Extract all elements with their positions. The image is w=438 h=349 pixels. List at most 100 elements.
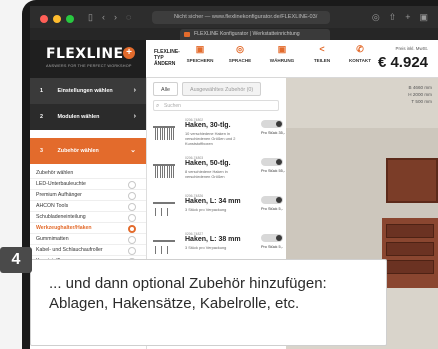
shield-icon[interactable]: ◌ [126,12,131,23]
window-controls [40,15,74,23]
product-card[interactable]: 0206-74803 Haken, 50-tlg. 8 verschiedene H… [153,156,285,188]
dimension-readout: B 4660 mm H 2000 mm T 500 mm [408,84,432,105]
product-card[interactable]: 0206-74826 Haken, L: 34 mm 3 Stück pro Ver… [153,194,285,226]
hook-set-image [153,200,175,216]
radio-button[interactable] [128,203,136,211]
product-name: Haken, L: 38 mm [185,236,241,243]
hook-mark [167,208,168,216]
total-price: € 4.924 [377,54,428,71]
accessory-category-item[interactable]: Werkzeughalter/Haken [30,223,146,234]
sidebar-icon[interactable]: ▯ [88,12,93,23]
close-window-button[interactable] [40,15,48,23]
product-price: Pro Stück 5,- [261,245,283,249]
nav-teilen-button[interactable]: < TEILEN [302,44,342,63]
product-description: 3 Stück pro Verpackung [185,207,227,212]
step-label: Einstellungen wählen [57,88,113,94]
minimize-window-button[interactable] [53,15,61,23]
step-modules[interactable]: 2 Modulen wählen › [30,104,146,130]
height-dimension: H 2000 mm [408,92,432,97]
hook-mark [173,165,175,178]
accessory-category-item[interactable]: Zubehör wählen [30,168,146,179]
accessory-category-label: Schubladeneinteilung [36,214,86,220]
hook-rail [153,240,175,242]
favicon-icon [184,32,190,37]
logo-wordmark: FLEXLINE [46,46,124,62]
hook-mark [157,165,159,178]
width-dimension: B 4660 mm [408,85,433,90]
address-bar[interactable]: Nicht sicher — www.flexlinekonfigurator.… [152,11,330,24]
add-accessory-toggle[interactable] [261,196,283,204]
tabs-overview-icon[interactable]: ▣ [419,12,428,23]
radio-button[interactable] [128,247,136,255]
tab-all[interactable]: Alle [153,82,178,96]
hook-mark [155,127,156,140]
screenshot-stage: ▯ ‹ › ◌ Nicht sicher — www.flexlinekonfi… [0,0,438,349]
product-name: Haken, L: 34 mm [185,198,241,205]
radio-button[interactable] [128,214,136,222]
hook-mark [159,165,161,178]
step-settings[interactable]: 1 Einstellungen wählen › [30,78,146,104]
accessory-category-item[interactable]: Schubladeneinteilung [30,212,146,223]
hook-mark [155,246,156,254]
step-accessories[interactable]: 3 Zubehör wählen ⌄ [30,138,146,164]
tab-selected-accessories[interactable]: Ausgewähltes Zubehör (0) [182,82,262,96]
accessory-category-label: Werkzeughalter/Haken [36,225,92,231]
depth-dimension: T 500 mm [411,99,432,104]
forward-icon[interactable]: › [114,12,117,23]
nav-speichern-button[interactable]: ▣ SPEICHERN [180,44,220,63]
accessory-category-item[interactable]: LED-Unterbauleuchte [30,179,146,190]
hook-mark [171,165,173,178]
add-accessory-toggle[interactable] [261,234,283,242]
zoom-window-button[interactable] [66,15,74,23]
tutorial-caption: ... und dann optional Zubehör hinzufügen… [30,259,387,346]
browser-toolbar: ▯ ‹ › ◌ Nicht sicher — www.flexlinekonfi… [30,6,438,40]
accessory-category-item[interactable]: Kabel- und Schlauchaufroller [30,245,146,256]
accessory-category-label: Zubehör wählen [36,170,74,176]
panel-tabs: Alle Ausgewähltes Zubehör (0) [153,82,262,96]
back-icon[interactable]: ‹ [102,12,105,23]
contact-icon: ✆ [356,44,364,54]
change-type-button[interactable]: FLEXLINE-TYP ÄNDERN [154,49,180,67]
accessory-category-item[interactable]: Premium Aufhänger [30,190,146,201]
hook-mark [166,165,168,178]
radio-button[interactable] [128,192,136,200]
chevron-right-icon: › [133,87,136,94]
nav-label: SPRACHE [228,58,252,63]
accessory-category-item[interactable]: Gummimatten [30,234,146,245]
add-accessory-toggle[interactable] [261,120,283,128]
hook-set-image [153,162,175,178]
nav-sprache-button[interactable]: ◎ SPRACHE [220,44,260,63]
accessory-category-item[interactable]: AHCON Tools [30,201,146,212]
search-input[interactable]: ⌕ Suchen [153,100,279,111]
step-label: Zubehör wählen [57,148,99,154]
radio-button[interactable] [128,181,136,189]
new-tab-icon[interactable]: + [405,12,410,23]
download-icon[interactable]: ◎ [372,12,380,23]
chevron-right-icon: › [133,113,136,120]
product-price: Pro Stück 5,- [261,207,283,211]
hook-mark [164,127,166,140]
currency-icon: ▣ [277,44,287,54]
wall-cabinet [386,158,438,203]
nav-kontakt-button[interactable]: ✆ KONTAKT [340,44,380,63]
step-label: Modulen wählen [57,114,100,120]
add-accessory-toggle[interactable] [261,158,283,166]
accessory-category-list: Zubehör wählen LED-Unterbauleuchte Premium… [30,168,146,267]
browser-tab[interactable]: FLEXLINE Konfigurator | Werkstatteinrich… [180,29,330,40]
brand-logo[interactable]: FLEXLINE + ANSWERS FOR THE PERFECT WORKS… [30,40,146,78]
accessory-category-label: LED-Unterbauleuchte [36,181,86,187]
nav-währung-button[interactable]: ▣ WÄHRUNG [262,44,302,63]
base-cabinet [382,218,438,288]
product-name: Haken, 50-tlg. [185,160,231,167]
share-icon[interactable]: ⇧ [389,12,397,23]
browser-actions: ◎ ⇧ + ▣ [372,12,428,23]
hook-mark [166,127,168,140]
radio-button[interactable] [128,236,136,244]
globe-icon: ◎ [236,44,244,54]
hook-mark [161,208,162,216]
app-header: FLEXLINE + ANSWERS FOR THE PERFECT WORKS… [30,40,438,78]
radio-button[interactable] [128,225,136,233]
product-card[interactable]: 0206-74802 Haken, 30-tlg. 10 verschiedene … [153,118,285,150]
hook-set-image [153,238,175,254]
logo-plus-icon: + [123,47,135,59]
